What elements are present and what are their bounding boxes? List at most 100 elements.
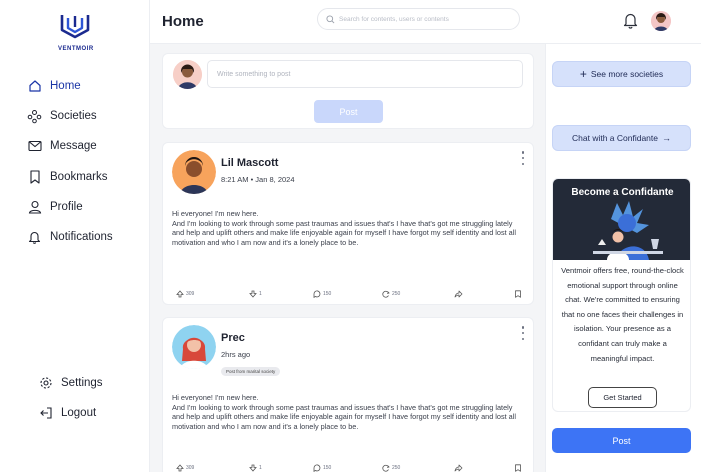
sidebar-item-label: Societies (50, 110, 97, 122)
search-box[interactable] (317, 8, 520, 30)
write-post-input[interactable]: Write something to post (207, 60, 523, 88)
avatar[interactable] (172, 150, 216, 194)
sidebar-item-societies[interactable]: Societies (27, 107, 97, 125)
plus-icon: + (579, 67, 587, 81)
post-composer: Write something to post Post (162, 53, 534, 129)
search-icon (326, 14, 335, 23)
become-confidante-card: Become a Confidante Ventmoir offers free… (552, 178, 691, 412)
notifications-button[interactable] (623, 12, 638, 34)
see-more-label: See more societies (590, 69, 664, 79)
post-card: Lil Mascott 8:21 AM • Jan 8, 2024 Hi eve… (162, 142, 534, 305)
sidebar-item-label: Message (50, 140, 97, 152)
downvote-button[interactable]: 1 (249, 290, 262, 298)
arrow-up-icon (176, 290, 184, 298)
page-title: Home (162, 13, 204, 30)
repost-icon (382, 464, 390, 472)
arrow-right-icon: → (662, 133, 671, 143)
avatar-illustration-icon (172, 150, 216, 194)
home-icon (27, 79, 42, 94)
bookmark-icon (515, 290, 521, 298)
more-options-button[interactable] (520, 326, 526, 340)
share-button[interactable] (454, 464, 463, 472)
share-icon (454, 464, 463, 472)
avatar-illustration-icon (173, 60, 202, 89)
avatar[interactable] (172, 325, 216, 369)
sidebar-item-bookmarks[interactable]: Bookmarks (27, 168, 108, 186)
sidebar-item-home[interactable]: Home (27, 77, 81, 95)
chat-label: Chat with a Confidante (572, 133, 658, 143)
societies-icon (27, 109, 42, 124)
bookmark-button[interactable] (514, 290, 522, 298)
sidebar-item-label: Profile (50, 201, 83, 213)
share-button[interactable] (454, 290, 463, 298)
post-button[interactable]: Post (552, 428, 691, 453)
repost-button[interactable]: 250 (382, 464, 400, 472)
sidebar-item-profile[interactable]: Profile (27, 198, 83, 216)
post-card: Prec 2hrs ago Post from marital society … (162, 317, 534, 472)
post-author[interactable]: Prec (221, 332, 245, 344)
share-icon (454, 290, 463, 298)
comment-icon (313, 290, 321, 298)
user-icon (27, 200, 42, 215)
sidebar-item-settings[interactable]: Settings (38, 374, 103, 392)
logout-icon (38, 406, 53, 421)
downvote-count: 1 (259, 291, 262, 297)
upvote-count: 309 (186, 291, 195, 297)
sidebar-item-label: Logout (61, 407, 97, 419)
mail-icon (27, 139, 42, 154)
post-body-text: Hi everyone! I'm new here. And I'm looki… (172, 209, 516, 247)
post-body: Hi everyone! I'm new here. And I'm looki… (172, 393, 522, 431)
arrow-down-icon (249, 290, 257, 298)
ventmoir-logo-icon (60, 15, 90, 39)
user-avatar[interactable] (651, 11, 671, 31)
promo-text: Ventmoir offers free, round-the-clock em… (561, 266, 684, 363)
upvote-button[interactable]: 309 (176, 464, 194, 472)
top-bar: Home (150, 0, 701, 44)
sidebar-item-label: Bookmarks (50, 171, 108, 183)
avatar-illustration-icon (651, 11, 671, 31)
post-author[interactable]: Lil Mascott (221, 157, 278, 169)
logo[interactable]: VENTMOIR (58, 12, 93, 52)
bookmark-button[interactable] (514, 464, 522, 472)
upvote-count: 309 (186, 465, 195, 471)
gear-icon (38, 376, 53, 391)
repost-icon (382, 290, 390, 298)
sidebar: VENTMOIR Home Societies Message Bookmark… (0, 0, 150, 472)
post-actions: 309 1 150 250 (163, 464, 535, 472)
post-body-text: Hi everyone! I'm new here. And I'm looki… (172, 393, 516, 431)
repost-count: 250 (392, 291, 401, 297)
arrow-down-icon (249, 464, 257, 472)
post-button[interactable]: Post (314, 100, 383, 123)
sidebar-item-logout[interactable]: Logout (38, 404, 96, 422)
society-tag[interactable]: Post from marital society (221, 367, 281, 376)
search-input[interactable] (339, 15, 514, 23)
comment-icon (313, 464, 321, 472)
comment-button[interactable]: 150 (313, 464, 331, 472)
sidebar-item-label: Settings (61, 377, 103, 389)
post-body: Hi everyone! I'm new here. And I'm looki… (172, 209, 522, 247)
bell-icon (623, 13, 638, 29)
comment-count: 150 (323, 465, 332, 471)
comment-button[interactable]: 150 (313, 290, 331, 298)
more-options-button[interactable] (520, 151, 526, 165)
repost-button[interactable]: 250 (382, 290, 400, 298)
bookmark-icon (515, 464, 521, 472)
confidante-illustration-icon (593, 201, 663, 260)
app: VENTMOIR Home Societies Message Bookmark… (0, 0, 701, 472)
sidebar-item-label: Home (50, 80, 81, 92)
sidebar-item-message[interactable]: Message (27, 137, 97, 155)
upvote-button[interactable]: 309 (176, 290, 194, 298)
downvote-button[interactable]: 1 (249, 464, 262, 472)
avatar (173, 60, 202, 89)
avatar-illustration-icon (172, 325, 216, 369)
post-time: 2hrs ago (221, 350, 251, 359)
get-started-button[interactable]: Get Started (588, 387, 657, 408)
comment-count: 150 (323, 291, 332, 297)
downvote-count: 1 (259, 465, 262, 471)
sidebar-item-notifications[interactable]: Notifications (27, 228, 113, 246)
see-more-societies-button[interactable]: + See more societies (552, 61, 691, 87)
sidebar-item-label: Notifications (50, 231, 113, 243)
chat-with-confidante-button[interactable]: Chat with a Confidante → (552, 125, 691, 151)
repost-count: 250 (392, 465, 401, 471)
bookmark-icon (27, 170, 42, 185)
